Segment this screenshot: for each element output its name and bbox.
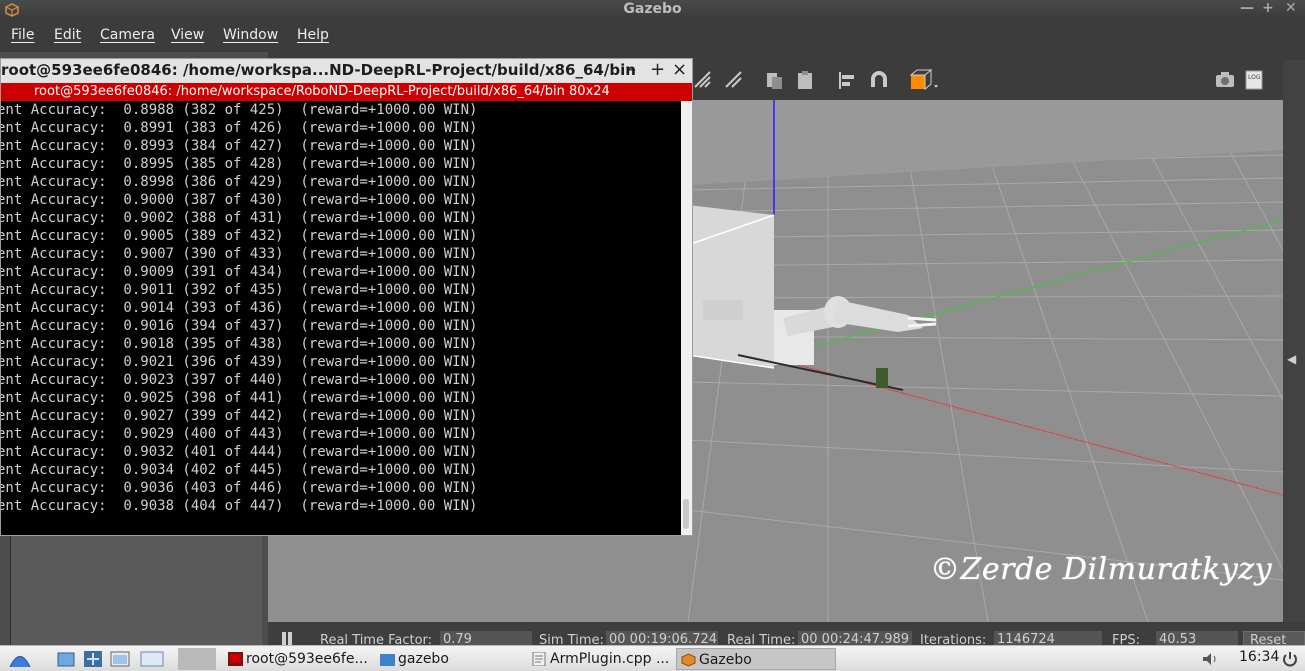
menu-camera[interactable]: Camera (100, 27, 155, 43)
terminal-line: ent Accuracy: 0.9025 (398 of 441) (rewar… (0, 390, 478, 406)
terminal-line: ent Accuracy: 0.9002 (388 of 431) (rewar… (0, 210, 478, 226)
view-angle-icon[interactable] (909, 69, 941, 91)
terminal-line: ent Accuracy: 0.9036 (403 of 446) (rewar… (0, 480, 478, 496)
terminal-maximize-icon[interactable]: + (650, 59, 665, 80)
terminal-line: ent Accuracy: 0.9000 (387 of 430) (rewar… (0, 192, 478, 208)
text-editor-task-icon (532, 652, 546, 666)
snap-icon[interactable] (723, 69, 745, 91)
terminal-line: ent Accuracy: 0.9027 (399 of 442) (rewar… (0, 408, 478, 424)
menu-file[interactable]: File (11, 27, 34, 43)
workspace-pager[interactable] (178, 648, 216, 670)
robot-gripper-shadow (703, 300, 743, 320)
terminal-line: ent Accuracy: 0.8988 (382 of 425) (rewar… (0, 102, 478, 118)
ground-grid (687, 147, 1283, 622)
task-terminal[interactable]: root@593ee6fe... (224, 648, 372, 670)
start-menu-icon[interactable] (8, 650, 32, 668)
file-manager-icon[interactable] (56, 650, 76, 668)
terminal-scrollbar[interactable] (681, 101, 692, 535)
terminal-close-icon[interactable]: × (672, 59, 687, 80)
task-label: root@593ee6fe... (246, 651, 368, 667)
expand-right-icon[interactable]: ◀ (1287, 352, 1296, 366)
terminal-line: ent Accuracy: 0.8993 (384 of 427) (rewar… (0, 138, 478, 154)
terminal-line: ent Accuracy: 0.9029 (400 of 443) (rewar… (0, 426, 478, 442)
window-title: Gazebo (623, 1, 682, 17)
gazebo-task-icon (681, 653, 696, 667)
terminal-line: ent Accuracy: 0.9021 (396 of 439) (rewar… (0, 354, 478, 370)
clock: 16:34 (1239, 649, 1280, 665)
screenshot-icon[interactable] (1214, 69, 1236, 91)
terminal-line: ent Accuracy: 0.9005 (389 of 432) (rewar… (0, 228, 478, 244)
maximize-icon[interactable]: + (1262, 0, 1274, 16)
minimize-icon[interactable]: — (1240, 0, 1254, 16)
desktop: Gazebo — + ✕ File Edit Camera View Windo… (0, 0, 1305, 671)
terminal-line: ent Accuracy: 0.9009 (391 of 434) (rewar… (0, 264, 478, 280)
terminal-line: ent Accuracy: 0.9038 (404 of 447) (rewar… (0, 498, 478, 514)
task-gazebo[interactable]: Gazebo (676, 648, 836, 670)
terminal-line: ent Accuracy: 0.8995 (385 of 428) (rewar… (0, 156, 478, 172)
terminal-line: ent Accuracy: 0.9011 (392 of 435) (rewar… (0, 282, 478, 298)
magnet-icon[interactable] (868, 69, 890, 91)
menubar: File Edit Camera View Window Help (0, 20, 1305, 52)
scale-mode-icon[interactable] (692, 69, 714, 91)
menu-edit[interactable]: Edit (54, 27, 81, 43)
task-label: Gazebo (699, 652, 752, 668)
task-gazebo-folder[interactable]: gazebo (376, 648, 524, 670)
terminal-title: root@593ee6fe0846: /home/workspa...ND-De… (1, 61, 636, 79)
terminal-line: ent Accuracy: 0.9034 (402 of 445) (rewar… (0, 462, 478, 478)
terminal-output[interactable]: ent Accuracy: 0.8988 (382 of 425) (rewar… (1, 101, 681, 535)
terminal-tab-label: root@593ee6fe0846: /home/workspace/RoboN… (34, 84, 610, 99)
terminal-line: ent Accuracy: 0.9014 (393 of 436) (rewar… (0, 300, 478, 316)
paste-icon[interactable] (794, 69, 816, 91)
terminal-window[interactable]: root@593ee6fe0846: /home/workspa...ND-De… (0, 58, 693, 536)
close-icon[interactable]: ✕ (1285, 0, 1297, 16)
terminal-line: ent Accuracy: 0.9016 (394 of 437) (rewar… (0, 318, 478, 334)
copy-icon[interactable] (764, 69, 786, 91)
terminal-line: ent Accuracy: 0.9007 (390 of 433) (rewar… (0, 246, 478, 262)
terminal-scroll-thumb[interactable] (683, 499, 689, 529)
menu-help[interactable]: Help (297, 27, 329, 43)
gazebo-titlebar: Gazebo — + ✕ (0, 0, 1305, 20)
terminal-line: ent Accuracy: 0.9018 (395 of 438) (rewar… (0, 336, 478, 352)
right-panel-toggle[interactable]: ◀ (1283, 60, 1305, 622)
log-icon[interactable]: LOG (1243, 69, 1265, 91)
taskbar: root@593ee6fe... gazebo ArmPlugin.cpp ..… (0, 645, 1305, 671)
folder-task-icon (380, 654, 395, 666)
terminal-line: ent Accuracy: 0.8998 (386 of 429) (rewar… (0, 174, 478, 190)
align-icon[interactable] (836, 69, 858, 91)
terminal-line: ent Accuracy: 0.9032 (401 of 444) (rewar… (0, 444, 478, 460)
menu-view[interactable]: View (171, 27, 204, 43)
status-bar: Real Time Factor: 0.79 Sim Time: 00 00:1… (268, 622, 1305, 651)
svg-text:LOG: LOG (1248, 74, 1261, 81)
desktop-switcher-icon[interactable] (140, 650, 174, 668)
task-label: gazebo (398, 651, 449, 667)
terminal-titlebar[interactable]: root@593ee6fe0846: /home/workspa...ND-De… (1, 59, 692, 83)
power-icon[interactable] (1280, 650, 1300, 668)
network-icon[interactable] (83, 650, 103, 668)
task-armplugin[interactable]: ArmPlugin.cpp ... (528, 648, 676, 670)
menu-window[interactable]: Window (223, 27, 278, 43)
terminal-task-icon (228, 652, 243, 666)
left-panel-properties (10, 536, 262, 645)
terminal-line: ent Accuracy: 0.8991 (383 of 426) (rewar… (0, 120, 478, 136)
x-axis-line (797, 364, 1283, 496)
terminal-minimize-icon[interactable]: – (627, 59, 636, 80)
target-tube (876, 368, 888, 388)
task-label: ArmPlugin.cpp ... (550, 651, 670, 667)
terminal-line: ent Accuracy: 0.9023 (397 of 440) (rewar… (0, 372, 478, 388)
terminal-tab[interactable]: root@593ee6fe0846: /home/workspace/RoboN… (1, 83, 692, 101)
volume-icon[interactable] (1200, 650, 1220, 668)
terminal-launcher-icon[interactable] (110, 650, 130, 668)
watermark: ©Zerde Dilmuratkyzy (930, 552, 1273, 587)
